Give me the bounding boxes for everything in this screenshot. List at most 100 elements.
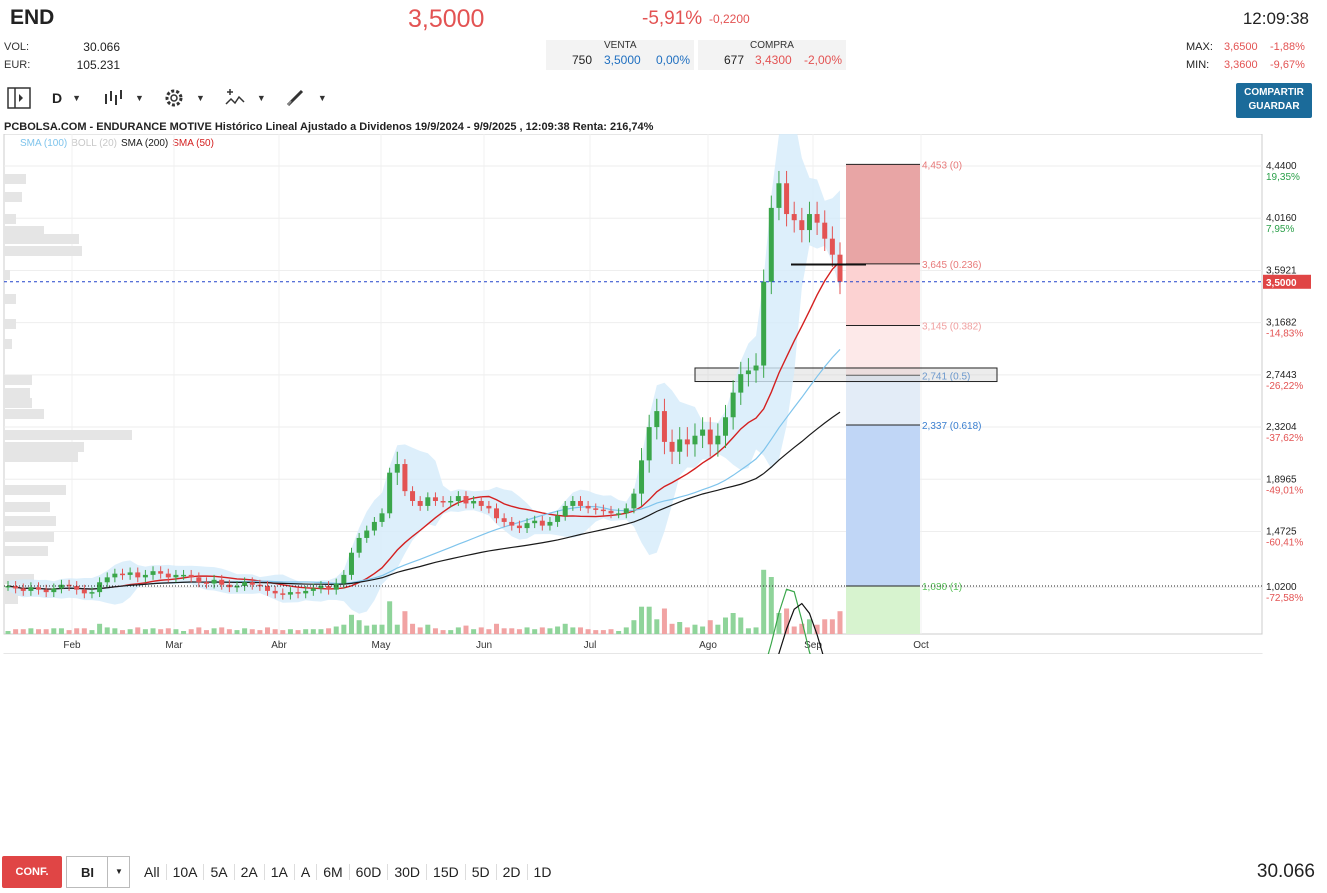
candle-body (463, 496, 469, 504)
chart-type-chevron-down-icon[interactable]: ▼ (135, 93, 144, 103)
volume-bar (463, 625, 469, 634)
volume-bar (753, 627, 759, 634)
volume-bar (203, 630, 209, 634)
period-selector[interactable]: D (52, 90, 62, 106)
volume-bar (829, 619, 835, 634)
period-button-2d[interactable]: 2D (495, 864, 527, 880)
candle-body (494, 508, 500, 519)
volume-bar (577, 627, 583, 634)
candle-body (562, 505, 568, 516)
sidebar-toggle-icon[interactable] (6, 86, 32, 110)
y-tick-pct: -60,41% (1266, 537, 1303, 548)
candle-body (341, 574, 347, 584)
y-tick-pct: -14,83% (1266, 329, 1303, 340)
candle-body (379, 513, 385, 522)
share-label: COMPARTIR (1244, 87, 1304, 98)
candle-body (265, 585, 271, 591)
sell-box: VENTA 750 3,5000 0,00% (546, 40, 694, 70)
volume-bar (211, 628, 217, 634)
candle-body (272, 590, 278, 594)
volume-bar (432, 628, 438, 634)
period-button-1d[interactable]: 1D (526, 864, 558, 880)
x-tick-label: May (372, 640, 391, 651)
gear-icon[interactable] (162, 86, 186, 110)
volume-bar (326, 628, 332, 634)
period-button-1a[interactable]: 1A (263, 864, 294, 880)
volume-bar (394, 624, 400, 634)
period-button-6m[interactable]: 6M (316, 864, 348, 880)
config-button[interactable]: CONF. (2, 856, 62, 888)
y-tick-label: 1,4725 (1266, 526, 1297, 537)
volume-bar (119, 630, 125, 634)
period-button-5a[interactable]: 5A (203, 864, 233, 880)
y-tick-label: 3,1682 (1266, 318, 1297, 329)
period-button-10a[interactable]: 10A (165, 864, 204, 880)
candle-body (631, 493, 637, 509)
drawing-tools-icon[interactable] (284, 87, 308, 109)
volume-bar (5, 631, 11, 634)
candle-body (43, 589, 49, 593)
candle-body (74, 585, 80, 590)
eur-value: 105.231 (76, 58, 120, 72)
candle-body (127, 572, 133, 575)
indicators-chevron-down-icon[interactable]: ▼ (257, 93, 266, 103)
indicators-icon[interactable] (223, 87, 247, 109)
volume-bar (524, 627, 530, 634)
candle-body (188, 574, 194, 578)
volume-bar (738, 617, 744, 634)
y-tick-pct: 19,35% (1266, 172, 1300, 183)
y-tick-label: 1,8965 (1266, 474, 1297, 485)
buy-pct: -2,00% (804, 53, 843, 67)
period-button-30d[interactable]: 30D (387, 864, 426, 880)
volume-profile-bar (4, 319, 16, 329)
drawing-chevron-down-icon[interactable]: ▼ (318, 93, 327, 103)
candle-body (142, 574, 148, 578)
period-button-a[interactable]: A (293, 864, 316, 880)
volume-bar (585, 629, 591, 634)
candle-body (135, 572, 141, 578)
volume-bar (158, 629, 164, 634)
volume-bar (410, 623, 416, 634)
volume-bar (631, 620, 637, 634)
candles-icon[interactable] (103, 88, 125, 108)
price-chart[interactable]: Feb Mar Abr May Jun Jul Ago Sep Oct4,453 (0)3,64… (0, 134, 1327, 654)
bi-selector[interactable]: BI ▼ (66, 856, 130, 888)
candle-body (104, 577, 110, 583)
volume-bar (677, 622, 683, 634)
buy-header: COMPRA (750, 40, 794, 51)
settings-chevron-down-icon[interactable]: ▼ (196, 93, 205, 103)
bi-chevron-down-icon[interactable]: ▼ (107, 857, 130, 887)
share-save-button[interactable]: COMPARTIR GUARDAR (1236, 83, 1312, 118)
candle-body (623, 508, 629, 514)
candle-body (165, 573, 171, 578)
x-tick-label: Oct (913, 640, 929, 651)
candle-body (577, 500, 583, 506)
candle-body (440, 500, 446, 503)
volume-bar (219, 627, 225, 634)
max-value: 3,6500 (1224, 41, 1258, 53)
y-tick-pct: -37,62% (1266, 433, 1303, 444)
candle-body (203, 582, 209, 584)
y-tick-label: 1,0200 (1266, 582, 1297, 593)
candle-body (303, 590, 309, 594)
period-button-15d[interactable]: 15D (426, 864, 465, 880)
period-button-60d[interactable]: 60D (348, 864, 388, 880)
period-button-2a[interactable]: 2A (233, 864, 264, 880)
volume-bar (646, 606, 652, 634)
volume-bar (348, 614, 354, 634)
period-button-5d[interactable]: 5D (464, 864, 496, 880)
period-button-all[interactable]: All (138, 864, 166, 880)
candle-body (661, 411, 667, 442)
chart-toolbar: D ▼ ▼ ▼ ▼ ▼ (6, 85, 327, 111)
candle-body (249, 582, 255, 585)
candle-body (585, 505, 591, 509)
candle-body (211, 579, 217, 584)
period-chevron-down-icon[interactable]: ▼ (72, 93, 81, 103)
buy-qty: 677 (724, 53, 745, 67)
volume-bar (494, 623, 500, 634)
y-tick-pct: -72,58% (1266, 593, 1303, 604)
volume-bar (135, 627, 141, 634)
volume-bar (318, 629, 324, 634)
candle-body (486, 505, 492, 509)
volume-profile-bar (4, 294, 16, 304)
